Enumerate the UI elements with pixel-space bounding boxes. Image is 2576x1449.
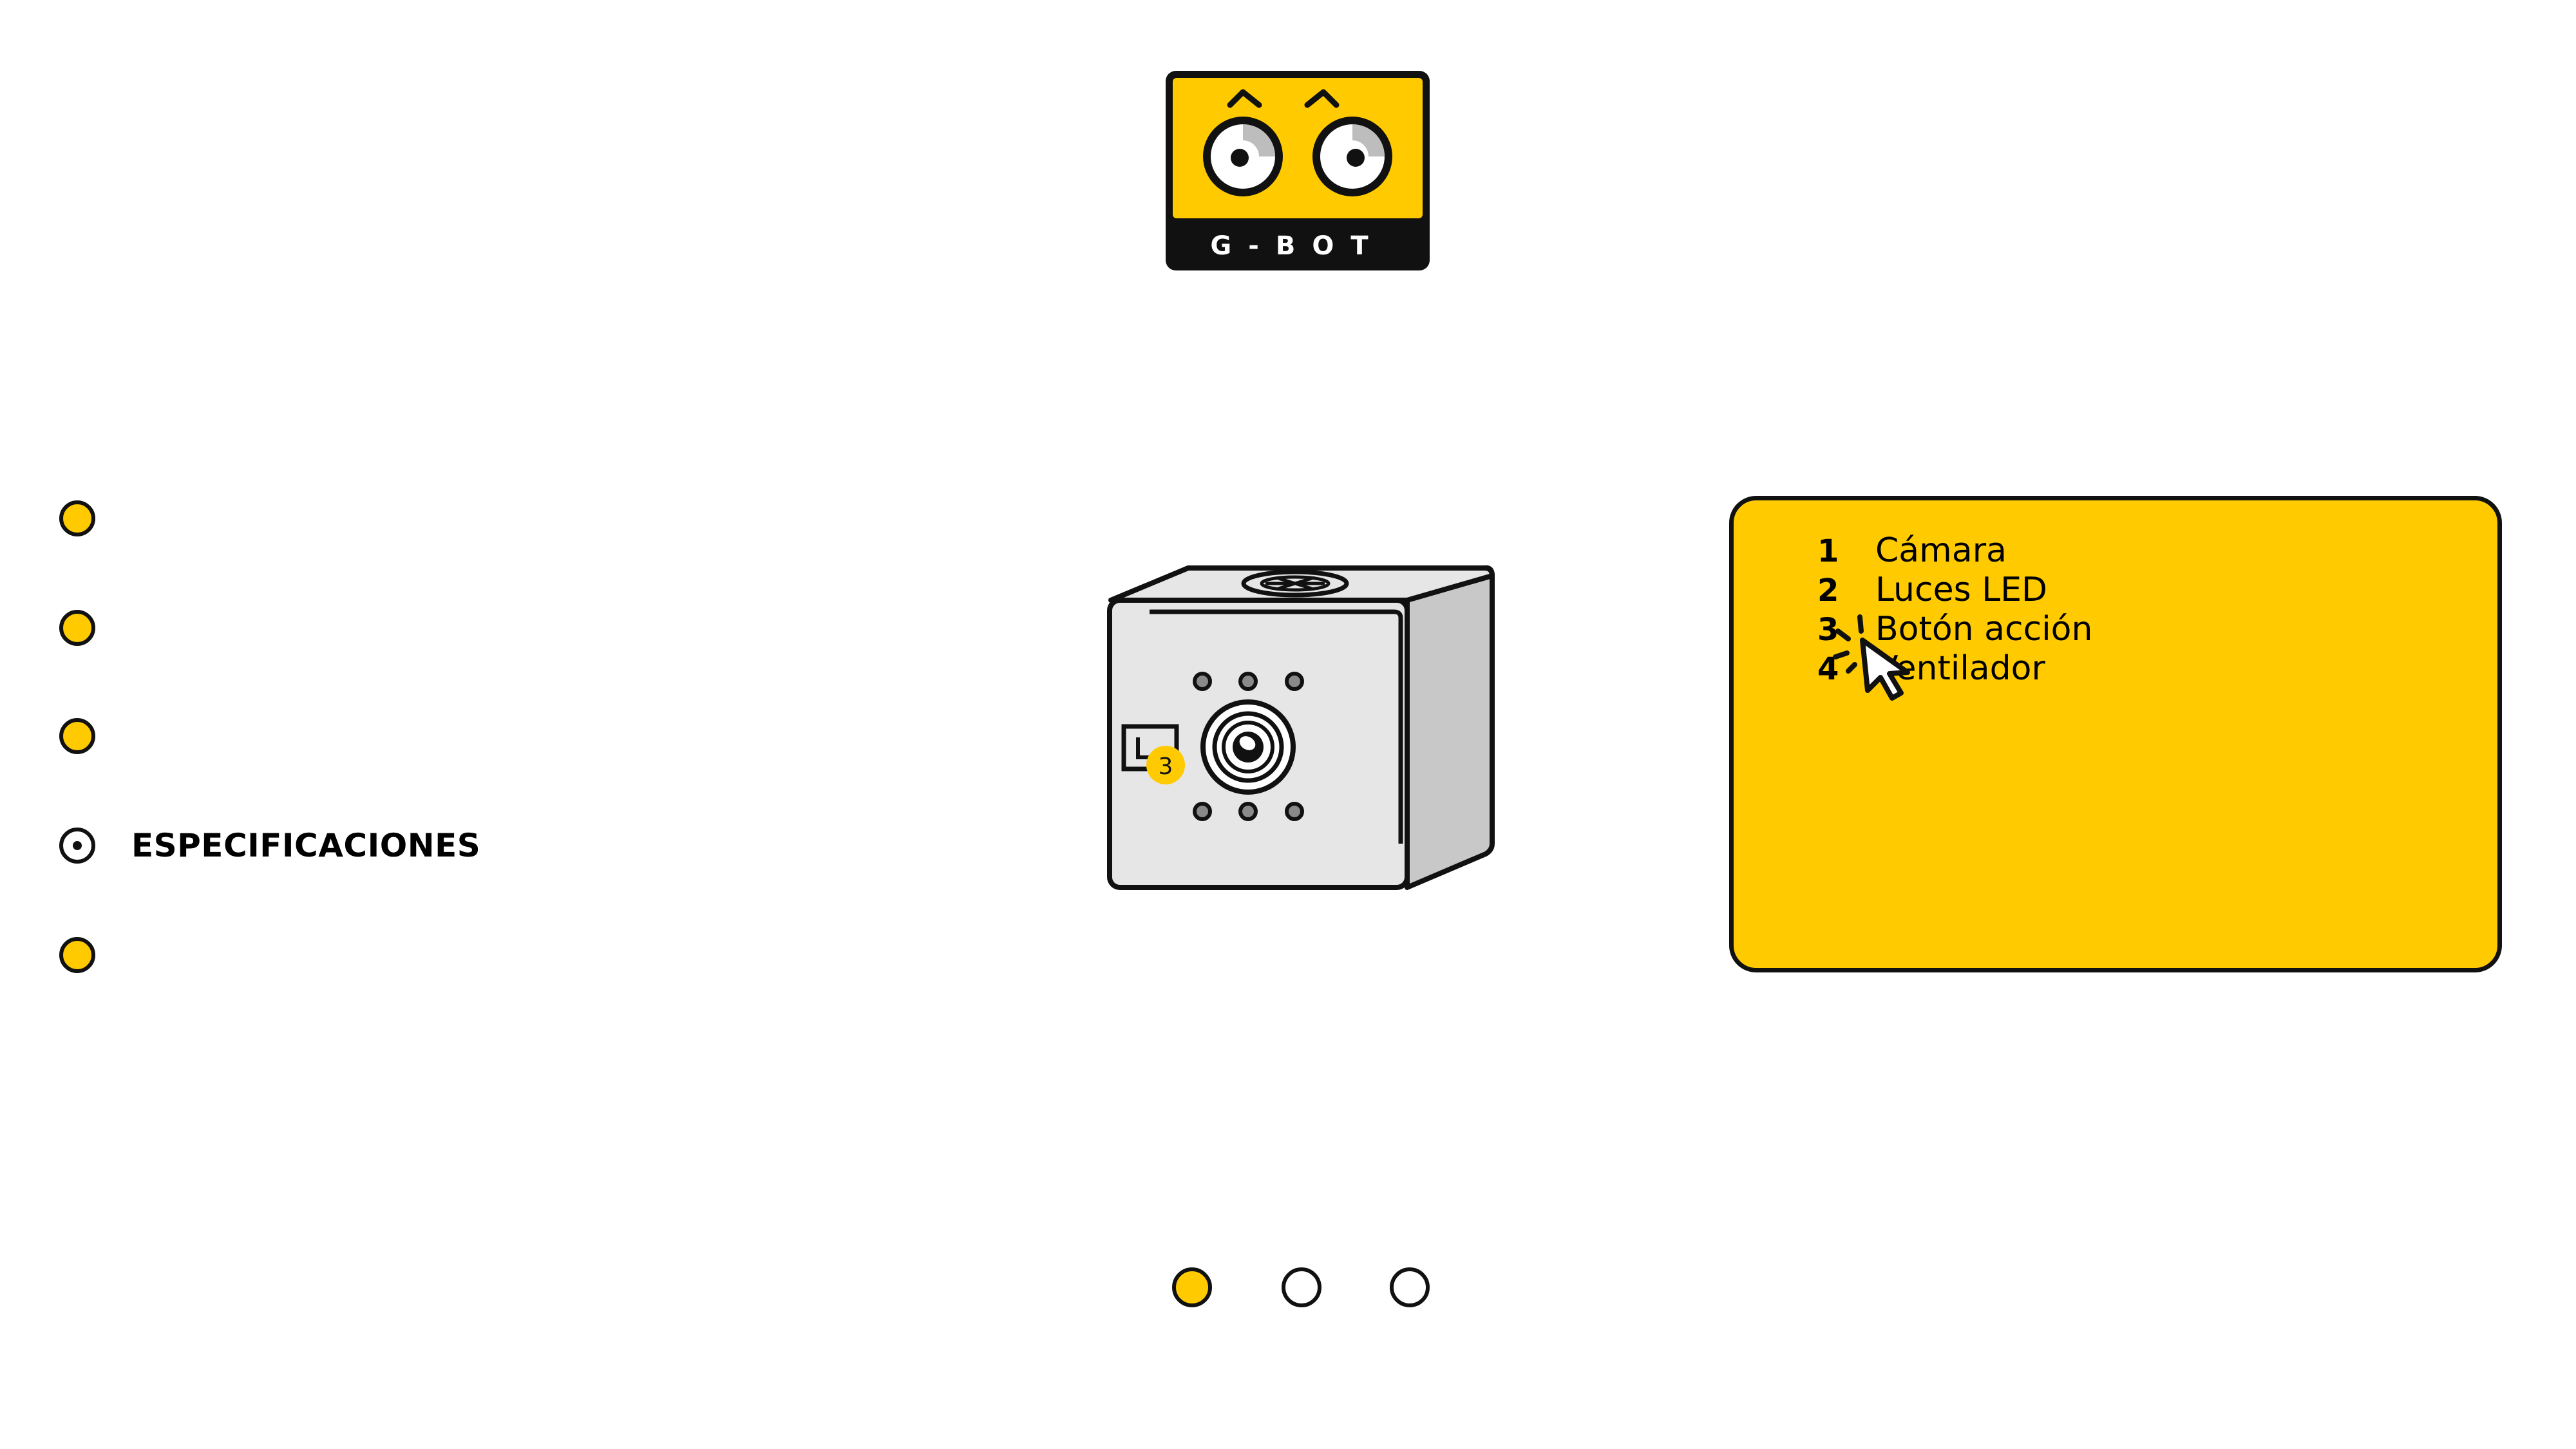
callout-badge: 3 xyxy=(1159,753,1173,780)
device-illustration: 3 xyxy=(1107,565,1495,890)
nav-item-5[interactable] xyxy=(59,933,131,978)
camera-lens-icon xyxy=(1200,699,1296,795)
nav-item-especificaciones[interactable]: ESPECIFICACIONES xyxy=(59,823,480,868)
spec-label: Cámara xyxy=(1875,531,2007,570)
spec-number: 2 xyxy=(1817,573,1839,609)
list-item[interactable]: 2 Luces LED xyxy=(1817,571,2092,610)
side-nav: ESPECIFICACIONES xyxy=(0,0,902,1030)
nav-item-3[interactable] xyxy=(59,714,131,759)
nav-dot xyxy=(59,610,95,646)
nav-item-label: ESPECIFICACIONES xyxy=(131,827,481,864)
spec-list: 1 Cámara 2 Luces LED 3 Botón acción 4 Ve… xyxy=(1817,531,2092,688)
fan-icon xyxy=(1241,569,1349,598)
list-item[interactable]: 3 Botón acción xyxy=(1817,610,2092,649)
nav-dot xyxy=(59,937,95,973)
nav-dot xyxy=(59,718,95,754)
gbot-logo-icon: G-BOT xyxy=(1166,71,1430,270)
specs-panel: 1 Cámara 2 Luces LED 3 Botón acción 4 Ve… xyxy=(1729,496,2502,972)
logo-wordmark: G-BOT xyxy=(1210,231,1385,261)
spec-number: 1 xyxy=(1817,533,1839,569)
page-dot-3[interactable] xyxy=(1390,1267,1430,1307)
nav-item-1[interactable] xyxy=(59,496,131,541)
list-item[interactable]: 4 Ventilador xyxy=(1817,649,2092,688)
spec-number: 4 xyxy=(1817,651,1839,687)
pagination xyxy=(1172,1267,1443,1312)
nav-item-2[interactable] xyxy=(59,605,131,650)
page-dot-2[interactable] xyxy=(1282,1267,1321,1307)
spec-label: Ventilador xyxy=(1875,649,2045,688)
spec-label: Botón acción xyxy=(1875,610,2093,649)
nav-dot xyxy=(59,500,95,536)
nav-dot-active xyxy=(59,828,95,864)
list-item[interactable]: 1 Cámara xyxy=(1817,531,2092,571)
page-dot-1[interactable] xyxy=(1172,1267,1212,1307)
spec-number: 3 xyxy=(1817,612,1839,648)
spec-label: Luces LED xyxy=(1875,571,2048,609)
